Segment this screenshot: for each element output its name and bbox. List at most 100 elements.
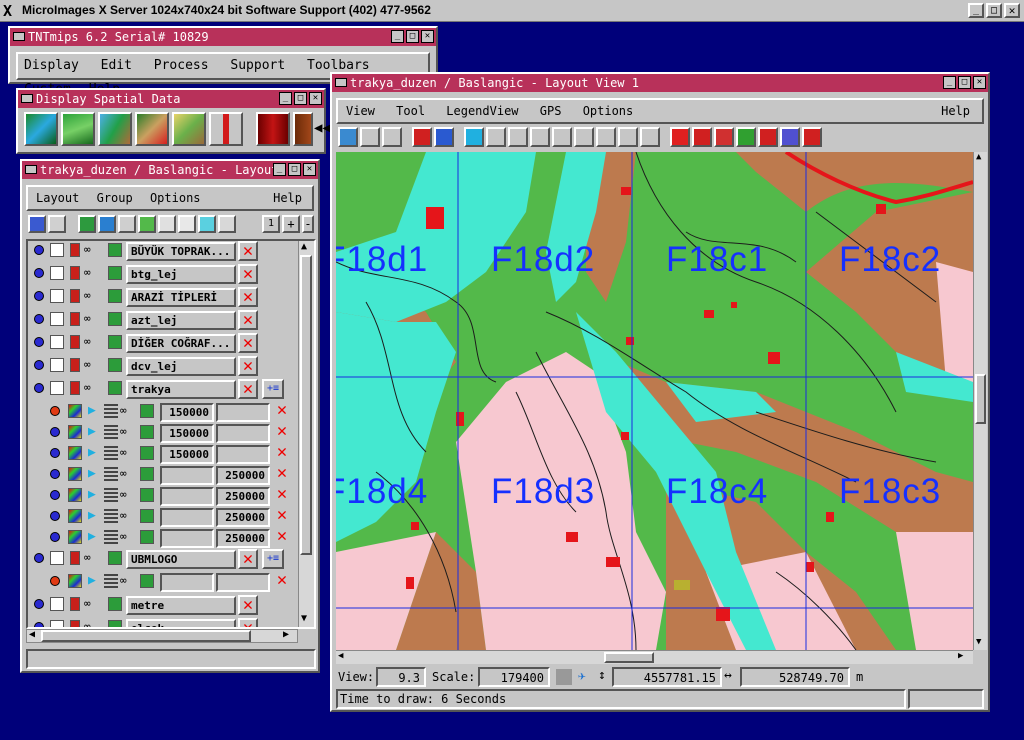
legend-list-icon[interactable] — [104, 425, 118, 439]
remove-layer-button[interactable]: ✕ — [238, 333, 258, 353]
menu-process[interactable]: Process — [154, 58, 209, 73]
max-scale-field[interactable] — [216, 573, 270, 592]
map-canvas[interactable]: F18d1 F18d2 F18c1 F18c2 F18d4 F18d3 F18c… — [336, 152, 973, 650]
play-arrow-icon[interactable]: ▶ — [88, 424, 102, 439]
color-map-icon[interactable] — [70, 243, 80, 257]
scroll-down-icon[interactable]: ▼ — [976, 637, 981, 647]
glasses-icon[interactable]: ∞ — [120, 488, 138, 502]
layer-controls-icon[interactable] — [140, 446, 154, 460]
legend-list-icon[interactable] — [104, 404, 118, 418]
visibility-dot-icon[interactable] — [50, 490, 60, 500]
glasses-icon[interactable]: ∞ — [84, 335, 106, 349]
raster-colors-icon[interactable] — [68, 488, 82, 502]
color-map-icon[interactable] — [70, 289, 80, 303]
max-scale-field[interactable]: 250000 — [216, 466, 270, 485]
menu-view[interactable]: View — [346, 104, 375, 118]
zoom-back-icon[interactable] — [618, 127, 638, 147]
max-scale-field[interactable] — [216, 403, 270, 422]
close-button[interactable]: ✕ — [973, 76, 986, 89]
legend-list-icon[interactable] — [104, 509, 118, 523]
play-arrow-icon[interactable]: ▶ — [88, 573, 102, 588]
min-scale-field[interactable] — [160, 573, 214, 592]
pan-icon[interactable] — [464, 127, 484, 147]
glasses-icon[interactable]: ∞ — [84, 381, 106, 395]
scroll-right-icon[interactable]: ▶ — [283, 629, 289, 640]
remove-layer-button[interactable]: ✕ — [272, 572, 292, 592]
glasses-icon[interactable]: ∞ — [120, 530, 138, 544]
glasses-icon[interactable]: ∞ — [120, 574, 138, 588]
layer-name-field[interactable]: trakya — [126, 380, 236, 399]
maximize-button[interactable]: □ — [958, 76, 971, 89]
scroll-left-icon[interactable]: ◀ — [29, 629, 35, 640]
menu-layout[interactable]: Layout — [36, 191, 79, 205]
menu-support[interactable]: Support — [230, 58, 285, 73]
max-scale-field[interactable] — [216, 445, 270, 464]
color-map-icon[interactable] — [70, 358, 80, 372]
scroll-up-icon[interactable]: ▲ — [301, 241, 307, 252]
scroll-right-icon[interactable]: ▶ — [958, 651, 963, 661]
book-icon[interactable] — [256, 112, 290, 146]
add-text-icon[interactable] — [158, 215, 176, 233]
door-exit-icon[interactable] — [293, 112, 313, 146]
layer-type-icon[interactable] — [50, 289, 64, 303]
print-icon[interactable] — [758, 127, 778, 147]
glasses-icon[interactable]: ∞ — [120, 446, 138, 460]
minimize-button[interactable]: _ — [273, 163, 286, 176]
layer-controls-icon[interactable] — [140, 467, 154, 481]
zoom-out-icon[interactable] — [552, 127, 572, 147]
maximize-button[interactable]: □ — [288, 163, 301, 176]
select-arrow-icon[interactable] — [692, 127, 712, 147]
glasses-icon[interactable]: ∞ — [84, 266, 106, 280]
layer-name-field[interactable]: dcv_lej — [126, 357, 236, 376]
edit-map-icon[interactable] — [135, 112, 169, 146]
raster-colors-icon[interactable] — [68, 530, 82, 544]
satellite-icon[interactable]: ✈ — [578, 668, 586, 686]
min-scale-field[interactable] — [160, 508, 214, 527]
layer-settings-button[interactable]: +≡ — [262, 549, 284, 569]
color-map-icon[interactable] — [70, 266, 80, 280]
layer-controls-icon[interactable] — [108, 312, 122, 326]
visibility-dot-icon[interactable] — [34, 383, 44, 393]
visibility-dot-icon[interactable] — [34, 622, 44, 627]
maximize-button[interactable]: □ — [986, 3, 1002, 18]
menu-tool[interactable]: Tool — [396, 104, 425, 118]
layer-controls-icon[interactable] — [108, 243, 122, 257]
visibility-dot-icon[interactable] — [34, 337, 44, 347]
minimize-button[interactable]: _ — [279, 92, 292, 105]
layer-controls-icon[interactable] — [140, 509, 154, 523]
visibility-dot-icon[interactable] — [34, 268, 44, 278]
remove-layer-button[interactable]: ✕ — [238, 310, 258, 330]
terrain-display-icon[interactable] — [61, 112, 95, 146]
raster-colors-icon[interactable] — [68, 404, 82, 418]
layer-type-icon[interactable] — [50, 312, 64, 326]
scroll-thumb[interactable] — [300, 255, 312, 555]
easting-field[interactable]: 528749.70 — [740, 667, 850, 687]
visibility-dot-icon[interactable] — [34, 360, 44, 370]
raster-colors-icon[interactable] — [68, 509, 82, 523]
close-button[interactable]: ✕ — [309, 92, 322, 105]
layer-name-field[interactable]: UBMLOGO — [126, 550, 236, 569]
gps-icon[interactable] — [556, 669, 572, 685]
raster-colors-icon[interactable] — [68, 574, 82, 588]
map-vscrollbar[interactable]: ▲ ▼ — [973, 152, 987, 650]
color-map-icon[interactable] — [70, 620, 80, 627]
save-icon[interactable] — [28, 215, 46, 233]
color-map-icon[interactable] — [70, 551, 80, 565]
max-scale-field[interactable] — [216, 424, 270, 443]
visibility-dot-icon[interactable] — [34, 291, 44, 301]
full-view-icon[interactable] — [382, 127, 402, 147]
scale-field[interactable]: 179400 — [478, 667, 550, 687]
glasses-icon[interactable]: ∞ — [84, 289, 106, 303]
legend-list-icon[interactable] — [104, 530, 118, 544]
scroll-up-icon[interactable]: ▲ — [976, 152, 981, 162]
glasses-icon[interactable]: ∞ — [84, 312, 106, 326]
glasses-icon[interactable]: ∞ — [120, 467, 138, 481]
menu-display[interactable]: Display — [24, 58, 79, 73]
play-arrow-icon[interactable]: ▶ — [88, 403, 102, 418]
remove-layer-button[interactable]: ✕ — [238, 264, 258, 284]
remove-layer-button[interactable]: ✕ — [238, 549, 258, 569]
visibility-dot-icon[interactable] — [34, 553, 44, 563]
scroll-left-icon[interactable]: ◀ — [338, 651, 343, 661]
hscroll-thumb[interactable] — [41, 630, 251, 642]
layer-manager-icon[interactable] — [434, 127, 454, 147]
